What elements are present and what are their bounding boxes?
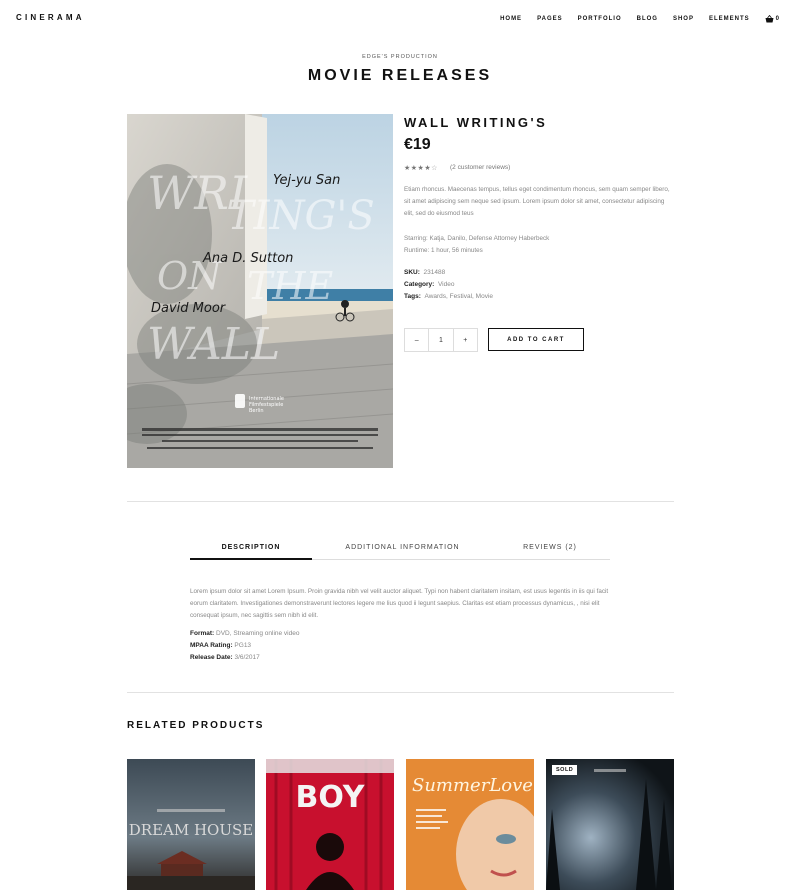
tab-reviews[interactable]: REVIEWS (2)	[490, 544, 610, 551]
product-image[interactable]: WRI TING'S ON THE WALL Yej-yu San Ana D.…	[127, 114, 393, 468]
poster-art: WRI TING'S ON THE WALL Yej-yu San Ana D.…	[127, 114, 393, 468]
svg-text:Berlin: Berlin	[249, 408, 264, 414]
divider	[127, 501, 674, 502]
qty-decrement-button[interactable]: –	[405, 329, 428, 351]
cart-button[interactable]: 0	[765, 15, 780, 23]
starring-line: Starring: Katja, Danilo, Defense Attorne…	[404, 235, 550, 242]
summer-love-poster: SummerLove	[406, 759, 534, 890]
product-credits: Starring: Katja, Danilo, Defense Attorne…	[404, 233, 672, 257]
svg-text:TING'S: TING'S	[227, 193, 375, 239]
sku-row: SKU: 231488	[404, 269, 445, 276]
dream-house-poster: DREAM HOUSE	[127, 759, 255, 890]
customer-reviews-link[interactable]: (2 customer reviews)	[450, 164, 510, 171]
tab-description[interactable]: DESCRIPTION	[190, 544, 312, 551]
mpaa-row: MPAA Rating: PG13	[190, 642, 251, 649]
quantity-stepper: – 1 +	[404, 328, 478, 352]
boy-poster: BOY	[266, 759, 394, 890]
category-link[interactable]: Video	[438, 281, 455, 288]
release-row: Release Date: 3/6/2017	[190, 654, 260, 661]
site-logo[interactable]: CINERAMA	[16, 13, 85, 22]
page-eyebrow: EDGE'S PRODUCTION	[362, 54, 438, 60]
qty-input[interactable]: 1	[428, 329, 454, 351]
format-label: Format:	[190, 630, 215, 637]
nav-home[interactable]: HOME	[500, 16, 522, 22]
main-nav: HOME PAGES PORTFOLIO BLOG SHOP ELEMENTS …	[500, 15, 780, 23]
divider	[127, 692, 674, 693]
related-products-heading: RELATED PRODUCTS	[127, 720, 265, 731]
poster-cast-3: David Moor	[151, 301, 227, 316]
related-product-card[interactable]: SummerLove	[406, 759, 534, 890]
nav-pages[interactable]: PAGES	[537, 16, 563, 22]
poster-cast-1: Yej-yu San	[273, 173, 340, 188]
product-title: WALL WRITING'S	[404, 115, 548, 130]
tags-label: Tags:	[404, 293, 421, 300]
page-title: MOVIE RELEASES	[307, 67, 493, 84]
release-value: 3/6/2017	[234, 654, 260, 661]
related-title-art: SummerLove	[412, 775, 533, 796]
cart-count: 0	[775, 16, 780, 22]
nav-portfolio[interactable]: PORTFOLIO	[578, 16, 622, 22]
tags-links[interactable]: Awards, Festival, Movie	[424, 293, 493, 300]
tab-additional-information[interactable]: ADDITIONAL INFORMATION	[330, 544, 475, 551]
forest-poster	[546, 759, 674, 890]
related-product-card[interactable]: BOY	[266, 759, 394, 890]
runtime-line: Runtime: 1 hour, 56 minutes	[404, 247, 483, 254]
format-row: Format: DVD, Streaming online video	[190, 630, 299, 637]
qty-increment-button[interactable]: +	[454, 329, 477, 351]
nav-elements[interactable]: ELEMENTS	[709, 16, 750, 22]
shopping-basket-icon	[765, 15, 774, 23]
related-title-art: DREAM HOUSE	[129, 821, 253, 839]
category-row: Category: Video	[404, 281, 454, 288]
rating-stars: ★★★★☆	[404, 165, 438, 172]
product-price: €19	[404, 136, 431, 153]
sku-label: SKU:	[404, 269, 420, 276]
svg-text:WALL: WALL	[147, 319, 280, 370]
sold-badge: SOLD	[552, 765, 578, 775]
category-label: Category:	[404, 281, 435, 288]
nav-shop[interactable]: SHOP	[673, 16, 694, 22]
svg-text:THE: THE	[247, 264, 333, 308]
mpaa-value: PG13	[234, 642, 252, 649]
active-tab-indicator	[190, 558, 312, 560]
related-product-card[interactable]	[546, 759, 674, 890]
tags-row: Tags: Awards, Festival, Movie	[404, 293, 493, 300]
related-title-art: BOY	[295, 780, 365, 815]
add-to-cart-button[interactable]: ADD TO CART	[488, 328, 584, 351]
related-product-card[interactable]: DREAM HOUSE	[127, 759, 255, 890]
sku-value: 231488	[423, 269, 446, 276]
release-label: Release Date:	[190, 654, 233, 661]
mpaa-label: MPAA Rating:	[190, 642, 233, 649]
product-description: Etiam rhoncus. Maecenas tempus, tellus e…	[404, 186, 670, 217]
tab-description-text: Lorem ipsum dolor sit amet Lorem Ipsum. …	[190, 588, 609, 619]
nav-blog[interactable]: BLOG	[637, 16, 658, 22]
format-value: DVD, Streaming online video	[216, 630, 300, 637]
poster-cast-2: Ana D. Sutton	[202, 251, 293, 266]
